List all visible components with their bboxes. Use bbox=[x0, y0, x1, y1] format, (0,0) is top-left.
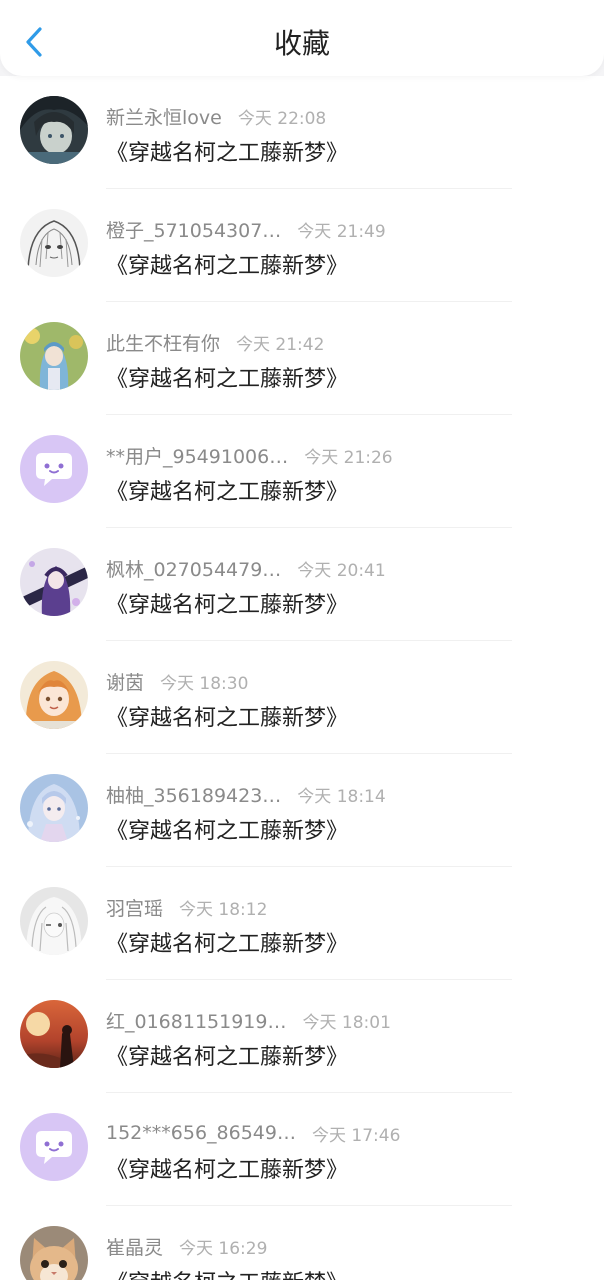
user-name[interactable]: 谢茵 bbox=[106, 668, 144, 695]
list-item[interactable]: 羽宫瑶 今天 18:12 《穿越名柯之工藤新梦》 bbox=[0, 867, 604, 980]
book-title[interactable]: 《穿越名柯之工藤新梦》 bbox=[106, 587, 348, 619]
avatar[interactable] bbox=[20, 887, 88, 955]
timestamp: 今天 16:29 bbox=[179, 1238, 268, 1259]
list-item[interactable]: 崔晶灵 今天 16:29 《穿越名柯之工藤新梦》 bbox=[0, 1206, 604, 1280]
avatar[interactable] bbox=[20, 1226, 88, 1280]
list-item[interactable]: 柚柚_356189423… 今天 18:14 《穿越名柯之工藤新梦》 bbox=[0, 754, 604, 867]
user-name[interactable]: 红_01681151919… bbox=[106, 1007, 286, 1034]
book-title[interactable]: 《穿越名柯之工藤新梦》 bbox=[106, 248, 348, 280]
chat-bubble-icon bbox=[20, 435, 88, 503]
chat-bubble-icon bbox=[20, 1113, 88, 1181]
list-item[interactable]: 谢茵 今天 18:30 《穿越名柯之工藤新梦》 bbox=[0, 641, 604, 754]
avatar[interactable] bbox=[20, 96, 88, 164]
cat-avatar-icon bbox=[20, 1226, 88, 1280]
user-name[interactable]: 152***656_86549… bbox=[106, 1122, 296, 1144]
anime-avatar-light-blue-icon bbox=[20, 774, 88, 842]
favorites-list: 新兰永恒love 今天 22:08 《穿越名柯之工藤新梦》 橙子_5710543… bbox=[0, 76, 604, 1280]
list-item[interactable]: 152***656_86549… 今天 17:46 《穿越名柯之工藤新梦》 bbox=[0, 1093, 604, 1206]
timestamp: 今天 18:14 bbox=[297, 786, 386, 807]
avatar[interactable] bbox=[20, 548, 88, 616]
list-item[interactable]: 新兰永恒love 今天 22:08 《穿越名柯之工藤新梦》 bbox=[0, 76, 604, 189]
book-title[interactable]: 《穿越名柯之工藤新梦》 bbox=[106, 1265, 348, 1280]
avatar[interactable] bbox=[20, 1113, 88, 1181]
item-meta: 崔晶灵 今天 16:29 bbox=[106, 1232, 267, 1260]
user-name[interactable]: **用户_95491006… bbox=[106, 442, 288, 469]
book-title[interactable]: 《穿越名柯之工藤新梦》 bbox=[106, 1039, 348, 1071]
user-name[interactable]: 新兰永恒love bbox=[106, 103, 222, 130]
item-meta: 新兰永恒love 今天 22:08 bbox=[106, 102, 326, 130]
item-meta: 橙子_571054307… 今天 21:49 bbox=[106, 215, 386, 243]
list-item[interactable]: 枫林_027054479… 今天 20:41 《穿越名柯之工藤新梦》 bbox=[0, 528, 604, 641]
timestamp: 今天 17:46 bbox=[311, 1125, 401, 1146]
book-title[interactable]: 《穿越名柯之工藤新梦》 bbox=[106, 926, 348, 958]
list-item[interactable]: 红_01681151919… 今天 18:01 《穿越名柯之工藤新梦》 bbox=[0, 980, 604, 1093]
avatar[interactable] bbox=[20, 661, 88, 729]
timestamp: 今天 18:30 bbox=[160, 673, 249, 694]
item-meta: 柚柚_356189423… 今天 18:14 bbox=[106, 780, 386, 808]
item-meta: 此生不枉有你 今天 21:42 bbox=[106, 328, 324, 356]
header-bar: 收藏 bbox=[0, 0, 604, 76]
avatar[interactable] bbox=[20, 1000, 88, 1068]
sunset-avatar-icon bbox=[20, 1000, 88, 1068]
avatar[interactable] bbox=[20, 322, 88, 390]
item-meta: 红_01681151919… 今天 18:01 bbox=[106, 1006, 391, 1034]
item-meta: 152***656_86549… 今天 17:46 bbox=[106, 1119, 400, 1147]
book-title[interactable]: 《穿越名柯之工藤新梦》 bbox=[106, 813, 348, 845]
timestamp: 今天 21:26 bbox=[304, 447, 393, 468]
timestamp: 今天 20:41 bbox=[297, 560, 386, 581]
book-title[interactable]: 《穿越名柯之工藤新梦》 bbox=[106, 700, 348, 732]
user-name[interactable]: 崔晶灵 bbox=[106, 1233, 163, 1260]
book-title[interactable]: 《穿越名柯之工藤新梦》 bbox=[106, 135, 348, 167]
timestamp: 今天 18:12 bbox=[179, 899, 268, 920]
timestamp: 今天 21:49 bbox=[297, 221, 386, 242]
anime-avatar-orange-hair-icon bbox=[20, 661, 88, 729]
avatar[interactable] bbox=[20, 209, 88, 277]
avatar[interactable] bbox=[20, 435, 88, 503]
user-name[interactable]: 枫林_027054479… bbox=[106, 555, 281, 582]
timestamp: 今天 18:01 bbox=[302, 1012, 391, 1033]
avatar[interactable] bbox=[20, 774, 88, 842]
anime-avatar-dark-icon bbox=[20, 96, 88, 164]
timestamp: 今天 21:42 bbox=[236, 334, 325, 355]
item-meta: 羽宫瑶 今天 18:12 bbox=[106, 893, 267, 921]
anime-avatar-blue-hair-icon bbox=[20, 322, 88, 390]
timestamp: 今天 22:08 bbox=[237, 108, 327, 129]
user-name[interactable]: 柚柚_356189423… bbox=[106, 781, 281, 808]
book-title[interactable]: 《穿越名柯之工藤新梦》 bbox=[106, 474, 348, 506]
book-title[interactable]: 《穿越名柯之工藤新梦》 bbox=[106, 361, 348, 393]
book-title[interactable]: 《穿越名柯之工藤新梦》 bbox=[106, 1152, 348, 1184]
list-item[interactable]: 橙子_571054307… 今天 21:49 《穿越名柯之工藤新梦》 bbox=[0, 189, 604, 302]
anime-avatar-white-hair-icon bbox=[20, 887, 88, 955]
user-name[interactable]: 橙子_571054307… bbox=[106, 216, 281, 243]
user-name[interactable]: 此生不枉有你 bbox=[106, 329, 220, 356]
item-meta: **用户_95491006… 今天 21:26 bbox=[106, 441, 393, 469]
list-item[interactable]: 此生不枉有你 今天 21:42 《穿越名柯之工藤新梦》 bbox=[0, 302, 604, 415]
user-name[interactable]: 羽宫瑶 bbox=[106, 894, 163, 921]
page-title: 收藏 bbox=[273, 27, 330, 60]
item-meta: 谢茵 今天 18:30 bbox=[106, 667, 248, 695]
anime-avatar-purple-icon bbox=[20, 548, 88, 616]
anime-avatar-sketch-icon bbox=[20, 209, 88, 277]
item-meta: 枫林_027054479… 今天 20:41 bbox=[106, 554, 386, 582]
list-item[interactable]: **用户_95491006… 今天 21:26 《穿越名柯之工藤新梦》 bbox=[0, 415, 604, 528]
